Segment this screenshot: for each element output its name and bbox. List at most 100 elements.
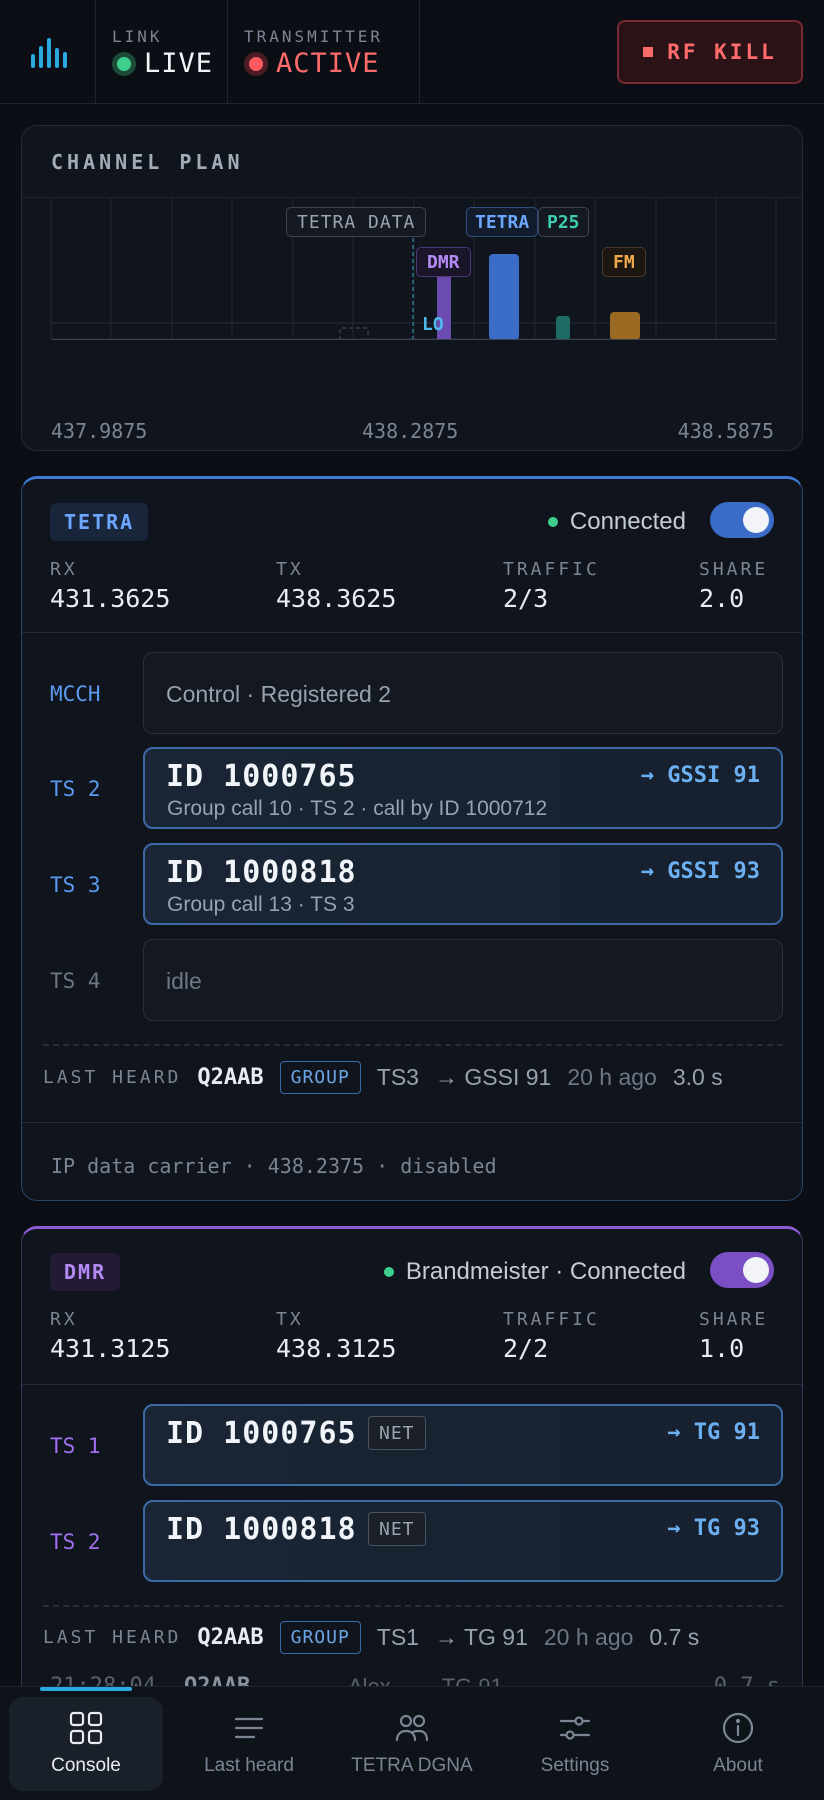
dmr-traffic: TRAFFIC 2/2 bbox=[503, 1309, 600, 1363]
tx-value: 438.3125 bbox=[276, 1334, 397, 1363]
share-label: SHARE bbox=[699, 1309, 769, 1330]
users-icon bbox=[395, 1714, 429, 1742]
nav-settings-label: Settings bbox=[540, 1755, 610, 1776]
tag-fm: FM bbox=[602, 247, 646, 277]
transmitter-active-dot bbox=[244, 51, 268, 76]
traffic-label: TRAFFIC bbox=[503, 1309, 600, 1330]
rf-kill-label: RF KILL bbox=[667, 40, 777, 64]
rf-kill-button[interactable]: RF KILL bbox=[617, 20, 803, 84]
tx-label: TX bbox=[276, 1309, 304, 1330]
tetra-enable-toggle[interactable] bbox=[710, 502, 774, 538]
tag-lo: LO bbox=[422, 314, 444, 335]
tetra-share: SHARE 2.0 bbox=[699, 559, 768, 613]
dmr-ts2-net-badge: NET bbox=[368, 1512, 426, 1546]
tetra-last-heard[interactable]: LAST HEARD Q2AAB GROUP TS3 → GSSI 91 20 … bbox=[43, 1061, 723, 1094]
dmr-ts1-destination: → TG 91 bbox=[667, 1420, 760, 1445]
share-value: 2.0 bbox=[699, 584, 745, 613]
tetra-bar bbox=[489, 254, 519, 340]
transmitter-label: TRANSMITTER bbox=[244, 27, 383, 46]
ts3-subtitle: Group call 13 · TS 3 bbox=[167, 893, 355, 916]
ts3-destination: → GSSI 93 bbox=[640, 859, 760, 884]
last-heard-callsign: Q2AAB bbox=[197, 1065, 264, 1090]
dmr-last-heard[interactable]: LAST HEARD Q2AAB GROUP TS1 → TG 91 20 h … bbox=[43, 1621, 699, 1654]
link-label: LINK bbox=[112, 27, 163, 46]
last-heard-destination: → TG 91 bbox=[434, 1624, 528, 1650]
nav-active-indicator bbox=[40, 1687, 132, 1691]
rx-label: RX bbox=[50, 1309, 78, 1330]
share-value: 1.0 bbox=[699, 1334, 745, 1363]
dmr-ts1-caller-id: ID 1000765 bbox=[166, 1416, 357, 1451]
mcch-label: MCCH bbox=[50, 682, 101, 706]
mcch-slot[interactable]: Control · Registered 2 bbox=[143, 652, 783, 734]
transmitter-status: TRANSMITTER ACTIVE bbox=[228, 0, 420, 103]
fm-bar bbox=[610, 312, 640, 340]
traffic-value: 2/2 bbox=[503, 1334, 549, 1363]
tx-label: TX bbox=[276, 559, 304, 580]
last-heard-slot: TS1 bbox=[376, 1624, 419, 1650]
tag-dmr: DMR bbox=[416, 247, 471, 277]
dmr-share: SHARE 1.0 bbox=[699, 1309, 768, 1363]
channel-plan-card: CHANNEL PLAN TETRA DATA DMR TETRA P25 FM… bbox=[21, 125, 803, 451]
tetra-traffic: TRAFFIC 2/3 bbox=[503, 559, 600, 613]
rx-value: 431.3125 bbox=[50, 1334, 171, 1363]
ts2-label: TS 2 bbox=[50, 777, 101, 801]
dmr-ts2-slot[interactable]: ID 1000818 NET → TG 93 bbox=[143, 1500, 783, 1582]
tetra-status-text: Connected bbox=[569, 508, 686, 535]
tag-tetra: TETRA bbox=[466, 207, 539, 237]
rx-label: RX bbox=[50, 559, 78, 580]
ts3-label: TS 3 bbox=[50, 873, 101, 897]
dmr-enable-toggle[interactable] bbox=[710, 1252, 774, 1288]
dmr-rx: RX 431.3125 bbox=[50, 1309, 170, 1363]
tx-value: 438.3625 bbox=[276, 584, 397, 613]
dmr-ts1-label: TS 1 bbox=[50, 1434, 101, 1458]
link-live-dot bbox=[112, 51, 136, 76]
nav-about[interactable]: About bbox=[661, 1697, 815, 1791]
last-heard-destination: → GSSI 91 bbox=[434, 1064, 552, 1090]
nav-console[interactable]: Console bbox=[9, 1697, 163, 1791]
grid-icon bbox=[69, 1711, 103, 1745]
last-heard-ago: 20 h ago bbox=[543, 1624, 634, 1650]
freq-left: 437.9875 bbox=[51, 419, 148, 443]
ts2-subtitle: Group call 10 · TS 2 · call by ID 100071… bbox=[167, 797, 548, 820]
last-heard-callsign: Q2AAB bbox=[197, 1625, 264, 1650]
nav-settings[interactable]: Settings bbox=[498, 1697, 652, 1791]
rx-value: 431.3625 bbox=[50, 584, 171, 613]
dmr-connection-status: Brandmeister · Connected bbox=[383, 1258, 686, 1286]
tetra-system-card: TETRA Connected RX 431.3625 TX 438.3625 … bbox=[21, 476, 803, 1201]
dmr-ts1-net-badge: NET bbox=[368, 1416, 426, 1450]
signal-bars-icon bbox=[30, 37, 67, 68]
nav-last-heard-label: Last heard bbox=[204, 1755, 294, 1776]
last-heard-type-badge: GROUP bbox=[279, 1061, 361, 1094]
stop-icon bbox=[643, 47, 654, 57]
tag-p25: P25 bbox=[538, 207, 589, 237]
traffic-label: TRAFFIC bbox=[503, 559, 600, 580]
ts2-slot[interactable]: ID 1000765 → GSSI 91 Group call 10 · TS … bbox=[143, 747, 783, 829]
status-dot bbox=[383, 1267, 394, 1277]
last-heard-ago: 20 h ago bbox=[567, 1064, 657, 1090]
tag-tetra-data: TETRA DATA bbox=[286, 207, 427, 237]
dmr-ts1-slot[interactable]: ID 1000765 NET → TG 91 bbox=[143, 1404, 783, 1486]
nav-tetra-dgna[interactable]: TETRA DGNA bbox=[335, 1697, 489, 1791]
bottom-navigation: Console Last heard TETRA DGNA Settings A… bbox=[0, 1686, 824, 1800]
transmitter-value: ACTIVE bbox=[276, 48, 380, 79]
mcch-text: Control · Registered 2 bbox=[166, 681, 391, 707]
p25-bar bbox=[556, 316, 570, 340]
nav-about-label: About bbox=[713, 1755, 763, 1776]
ts3-slot[interactable]: ID 1000818 → GSSI 93 Group call 13 · TS … bbox=[143, 843, 783, 925]
ts4-label: TS 4 bbox=[50, 969, 101, 993]
ts2-caller-id: ID 1000765 bbox=[166, 759, 357, 794]
dmr-ts2-label: TS 2 bbox=[50, 1530, 101, 1554]
nav-last-heard[interactable]: Last heard bbox=[172, 1697, 326, 1791]
ts4-slot[interactable]: idle bbox=[143, 939, 783, 1021]
sliders-icon bbox=[559, 1716, 591, 1740]
freq-right: 438.5875 bbox=[677, 419, 774, 443]
dmr-tx: TX 438.3125 bbox=[276, 1309, 396, 1363]
link-value: LIVE bbox=[144, 48, 214, 79]
last-heard-label: LAST HEARD bbox=[43, 1627, 182, 1648]
info-icon bbox=[722, 1712, 754, 1744]
last-heard-duration: 3.0 s bbox=[672, 1064, 723, 1090]
app-logo bbox=[0, 0, 96, 103]
share-label: SHARE bbox=[699, 559, 769, 580]
nav-console-label: Console bbox=[51, 1755, 121, 1776]
nav-tetra-dgna-label: TETRA DGNA bbox=[351, 1755, 473, 1776]
